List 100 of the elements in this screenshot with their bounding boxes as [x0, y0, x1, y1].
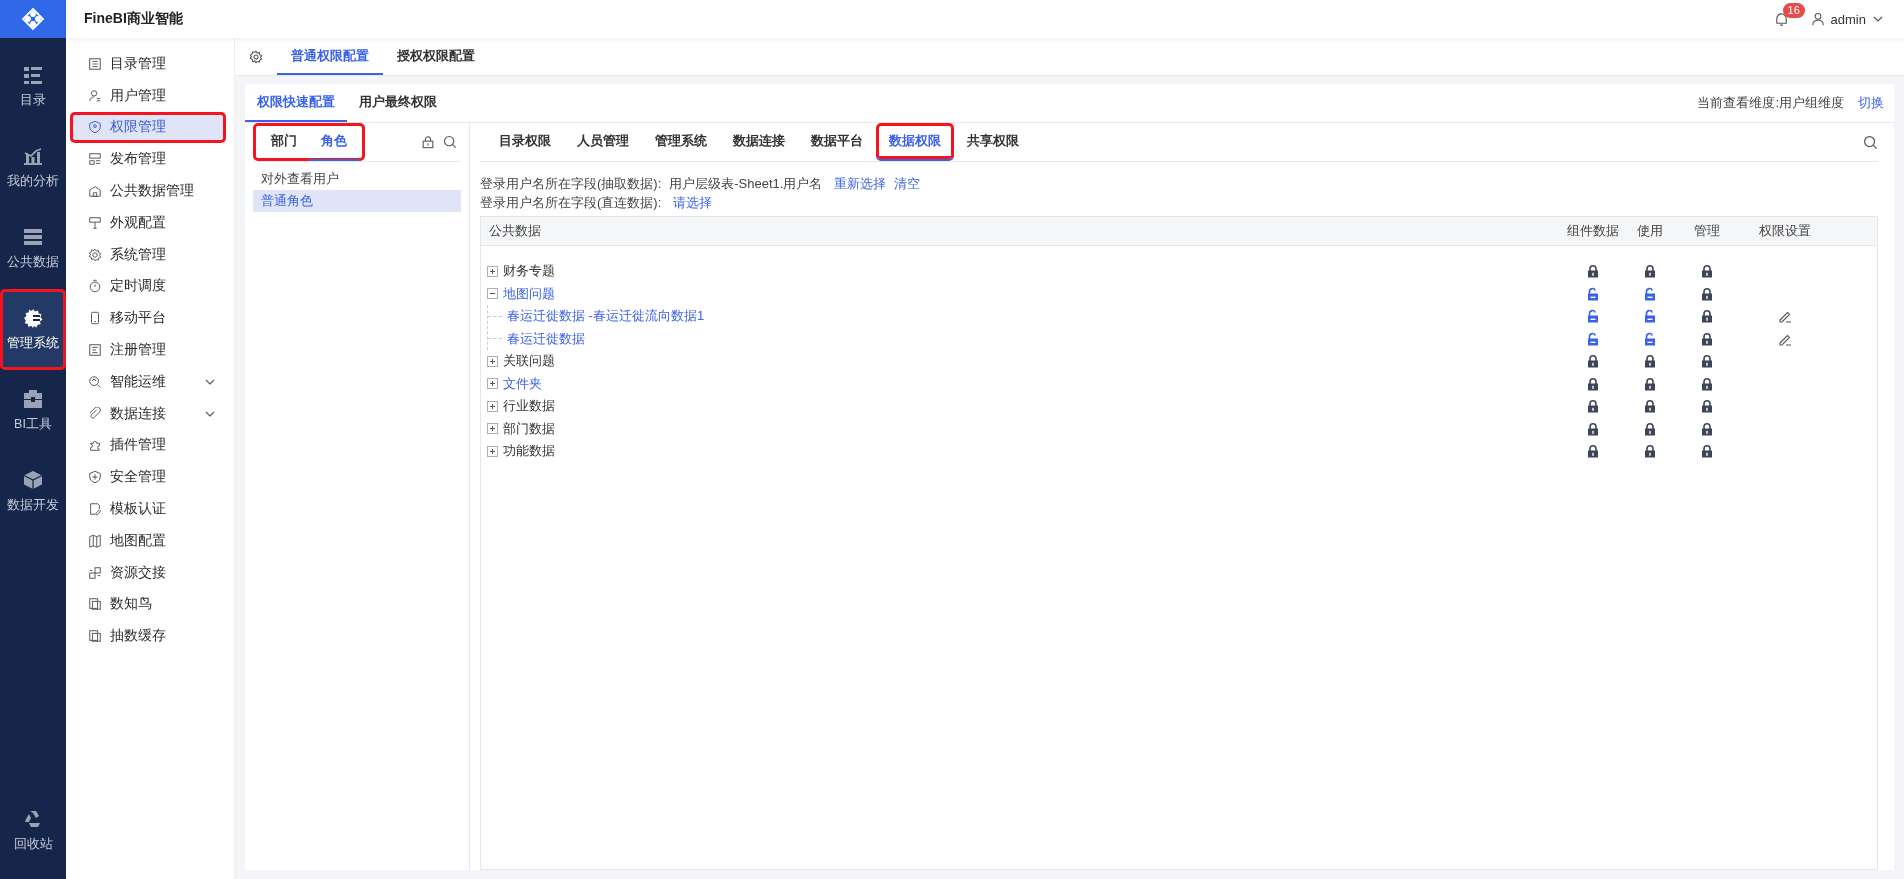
- lock-icon[interactable]: [1642, 354, 1657, 369]
- lock-icon[interactable]: [1699, 399, 1714, 414]
- nav-item[interactable]: 管理系统: [0, 289, 66, 370]
- sidebar-item[interactable]: 安全管理: [70, 461, 226, 494]
- sidebar-item[interactable]: 发布管理: [70, 143, 226, 176]
- tab[interactable]: 管理系统: [642, 123, 720, 161]
- tree-item[interactable]: 地图问题: [503, 284, 555, 303]
- sidebar-item[interactable]: 插件管理: [70, 429, 226, 462]
- tab[interactable]: 用户最终权限: [347, 84, 449, 122]
- lock-icon[interactable]: [421, 135, 435, 149]
- nav-item[interactable]: 数据开发: [0, 451, 66, 532]
- expand-icon[interactable]: [487, 400, 498, 412]
- collapse-icon[interactable]: [487, 288, 498, 300]
- lock-icon[interactable]: [1699, 331, 1714, 346]
- expand-icon[interactable]: [487, 265, 498, 277]
- tab[interactable]: 数据权限: [876, 123, 954, 161]
- sidebar-item[interactable]: 抽数缓存: [70, 620, 226, 653]
- tab[interactable]: 部门: [259, 123, 309, 161]
- tree-item[interactable]: 关联问题: [503, 352, 555, 371]
- tab[interactable]: 人员管理: [564, 123, 642, 161]
- lock-icon[interactable]: [1642, 421, 1657, 436]
- lock-icon[interactable]: [1642, 399, 1657, 414]
- expand-icon[interactable]: [487, 423, 498, 435]
- nav-item[interactable]: 回收站: [0, 790, 66, 871]
- dimension-label: 当前查看维度:用户组维度: [1697, 94, 1844, 112]
- nav-item[interactable]: 目录: [0, 46, 66, 127]
- tree-item[interactable]: 春运迁徙数据: [507, 329, 585, 348]
- sidebar-item[interactable]: 地图配置: [70, 524, 226, 557]
- tab[interactable]: 授权权限配置: [383, 38, 489, 75]
- user-menu[interactable]: admin: [1810, 11, 1884, 27]
- tree-item[interactable]: 行业数据: [503, 397, 555, 416]
- role-item[interactable]: 普通角色: [253, 190, 461, 212]
- unlocked-icon[interactable]: [1642, 309, 1657, 324]
- unlocked-icon[interactable]: [1585, 309, 1600, 324]
- sidebar-item[interactable]: 数知鸟: [70, 588, 226, 621]
- lock-icon[interactable]: [1642, 376, 1657, 391]
- sidebar-item[interactable]: 数据连接: [70, 397, 226, 430]
- expand-icon[interactable]: [487, 355, 498, 367]
- action-link[interactable]: 重新选择: [834, 174, 887, 193]
- lock-icon[interactable]: [1699, 309, 1714, 324]
- tree-item[interactable]: 春运迁徙数据 -春运迁徙流向数据1: [507, 307, 705, 326]
- tab[interactable]: 数据连接: [720, 123, 798, 161]
- switch-link[interactable]: 切换: [1858, 94, 1884, 112]
- lock-icon[interactable]: [1585, 354, 1600, 369]
- unlocked-icon[interactable]: [1642, 331, 1657, 346]
- lock-icon[interactable]: [1699, 376, 1714, 391]
- bell-icon[interactable]: [1773, 11, 1789, 27]
- lock-icon[interactable]: [1699, 444, 1714, 459]
- lock-icon[interactable]: [1585, 264, 1600, 279]
- sidebar-item[interactable]: 资源交接: [70, 556, 226, 589]
- tab[interactable]: 目录权限: [486, 123, 564, 161]
- lock-icon[interactable]: [1642, 264, 1657, 279]
- logo-icon[interactable]: [21, 7, 45, 31]
- lock-icon[interactable]: [1699, 286, 1714, 301]
- pencil-icon[interactable]: [1778, 309, 1792, 324]
- tree-item[interactable]: 功能数据: [503, 442, 555, 461]
- sidebar-item[interactable]: 权限管理: [70, 111, 226, 144]
- search-icon[interactable]: [443, 135, 457, 149]
- action-link[interactable]: 请选择: [673, 193, 713, 212]
- lock-icon[interactable]: [1699, 354, 1714, 369]
- tree-item[interactable]: 文件夹: [503, 374, 542, 393]
- role-item[interactable]: 对外查看用户: [253, 168, 461, 190]
- lock-icon[interactable]: [1642, 444, 1657, 459]
- lock-icon[interactable]: [1585, 421, 1600, 436]
- lock-icon[interactable]: [1585, 376, 1600, 391]
- copy-icon: [88, 597, 102, 612]
- tab[interactable]: 权限快速配置: [245, 84, 347, 122]
- expand-icon[interactable]: [487, 445, 498, 457]
- tab[interactable]: 数据平台: [798, 123, 876, 161]
- unlocked-icon[interactable]: [1585, 331, 1600, 346]
- sidebar-item[interactable]: 注册管理: [70, 334, 226, 366]
- nav-item[interactable]: 我的分析: [0, 127, 66, 208]
- nav-label: 数据开发: [7, 497, 59, 514]
- expand-icon[interactable]: [487, 378, 498, 390]
- sidebar-item[interactable]: 模板认证: [70, 493, 226, 525]
- lock-icon[interactable]: [1699, 264, 1714, 279]
- lock-icon[interactable]: [1585, 444, 1600, 459]
- sidebar-item[interactable]: 公共数据管理: [70, 175, 226, 207]
- sidebar-item[interactable]: 定时调度: [70, 270, 226, 303]
- nav-item[interactable]: 公共数据: [0, 208, 66, 289]
- sidebar-item[interactable]: 智能运维: [70, 365, 226, 398]
- unlocked-icon[interactable]: [1642, 286, 1657, 301]
- nav-item[interactable]: BI工具: [0, 370, 66, 451]
- column-header: 公共数据: [489, 222, 542, 240]
- sidebar-item[interactable]: 外观配置: [70, 207, 226, 239]
- lock-icon[interactable]: [1699, 421, 1714, 436]
- tab[interactable]: 角色: [309, 123, 359, 161]
- tree-item[interactable]: 部门数据: [503, 419, 555, 438]
- lock-icon[interactable]: [1585, 399, 1600, 414]
- tab[interactable]: 普通权限配置: [277, 38, 383, 75]
- unlocked-icon[interactable]: [1585, 286, 1600, 301]
- sidebar-item[interactable]: 目录管理: [70, 48, 226, 80]
- sidebar-item[interactable]: 用户管理: [70, 79, 226, 112]
- sidebar-item[interactable]: 系统管理: [70, 238, 226, 271]
- tab[interactable]: 共享权限: [954, 123, 1032, 161]
- settings-icon[interactable]: [249, 49, 263, 64]
- sidebar-item[interactable]: 移动平台: [70, 302, 226, 335]
- tree-item[interactable]: 财务专题: [503, 262, 555, 281]
- search-icon[interactable]: [1863, 134, 1878, 150]
- action-link[interactable]: 清空: [894, 174, 921, 193]
